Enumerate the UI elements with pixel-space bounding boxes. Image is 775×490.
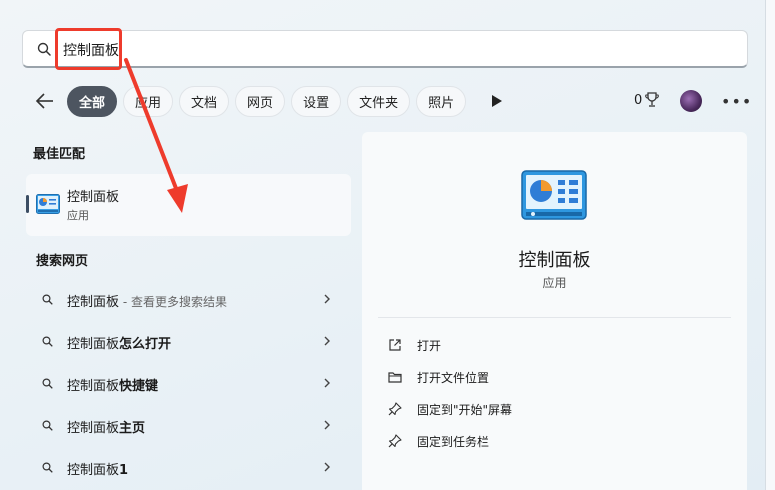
user-avatar[interactable]	[680, 90, 702, 112]
web-result-label: 控制面板主页	[67, 417, 145, 436]
web-result-query: 控制面板	[67, 379, 120, 394]
action-open[interactable]: 打开	[386, 332, 726, 358]
action-pin-to-start[interactable]: 固定到"开始"屏幕	[386, 396, 726, 422]
filter-photos[interactable]: 照片	[416, 86, 467, 117]
points-value: 0	[634, 92, 643, 108]
action-label: 打开	[417, 339, 442, 353]
best-match-item[interactable]: 控制面板 应用	[26, 174, 351, 236]
more-options-icon[interactable]: •••	[721, 92, 752, 111]
chevron-right-icon	[324, 462, 330, 472]
search-icon	[42, 294, 53, 305]
background-edge	[766, 0, 775, 490]
chevron-right-icon	[324, 336, 330, 346]
web-result-item[interactable]: 控制面板 - 查看更多搜索结果	[26, 281, 351, 317]
web-result-label: 控制面板怎么打开	[67, 333, 171, 352]
search-icon	[37, 42, 51, 56]
best-match-type: 应用	[67, 209, 89, 222]
search-icon	[42, 462, 53, 473]
detail-pane: 控制面板 应用 打开 打开文件位置 固定到"开始"屏幕 固定到任务栏	[362, 132, 747, 490]
web-result-label: 控制面板1	[67, 459, 128, 478]
web-result-label: 控制面板 - 查看更多搜索结果	[67, 291, 227, 310]
open-external-icon	[389, 339, 401, 351]
chevron-right-icon	[324, 420, 330, 430]
search-box[interactable]: 控制面板	[22, 30, 748, 68]
filter-chips: 全部 应用 文档 网页 设置 文件夹 照片	[67, 86, 467, 117]
pin-icon	[388, 434, 402, 448]
back-arrow-icon[interactable]	[34, 90, 56, 112]
search-icon	[42, 336, 53, 347]
action-label: 打开文件位置	[417, 371, 490, 385]
web-result-item[interactable]: 控制面板怎么打开	[26, 323, 351, 359]
action-label: 固定到任务栏	[417, 435, 490, 449]
filter-settings[interactable]: 设置	[291, 86, 342, 117]
control-panel-icon	[521, 170, 587, 220]
search-icon	[42, 420, 53, 431]
filter-documents[interactable]: 文档	[179, 86, 230, 117]
action-open-file-location[interactable]: 打开文件位置	[386, 364, 726, 390]
chevron-right-icon	[324, 294, 330, 304]
chevron-right-icon	[324, 378, 330, 388]
filter-web[interactable]: 网页	[235, 86, 286, 117]
control-panel-icon	[36, 194, 60, 214]
web-result-label: 控制面板快捷键	[67, 375, 158, 394]
selection-indicator	[26, 195, 29, 213]
web-result-bold: 1	[119, 463, 129, 478]
web-result-query: 控制面板	[67, 337, 120, 352]
web-result-bold: 主页	[119, 421, 146, 436]
best-match-name: 控制面板	[67, 190, 120, 205]
filter-folders[interactable]: 文件夹	[347, 86, 411, 117]
web-result-item[interactable]: 控制面板快捷键	[26, 365, 351, 401]
search-panel: 控制面板 全部 应用 文档 网页 设置 文件夹 照片 0 ••• 最佳匹配 控制…	[0, 0, 766, 490]
detail-divider	[378, 317, 731, 318]
web-result-query: 控制面板	[67, 463, 120, 478]
best-match-heading: 最佳匹配	[33, 147, 86, 162]
web-result-item[interactable]: 控制面板主页	[26, 407, 351, 443]
detail-title: 控制面板	[518, 250, 591, 271]
pin-icon	[388, 402, 402, 416]
action-pin-to-taskbar[interactable]: 固定到任务栏	[386, 428, 726, 454]
search-icon	[42, 378, 53, 389]
filter-all[interactable]: 全部	[67, 86, 118, 117]
detail-subtitle: 应用	[542, 276, 567, 290]
action-label: 固定到"开始"屏幕	[417, 403, 513, 417]
web-result-query: 控制面板	[67, 421, 120, 436]
trophy-icon	[645, 92, 660, 107]
web-result-item[interactable]: 控制面板1	[26, 449, 351, 485]
folder-icon	[388, 372, 402, 383]
web-result-bold: 怎么打开	[119, 337, 172, 352]
search-input[interactable]: 控制面板	[63, 40, 119, 60]
rewards-points[interactable]: 0	[634, 92, 660, 108]
play-icon[interactable]	[492, 95, 502, 107]
web-search-heading: 搜索网页	[36, 254, 89, 269]
web-result-bold: 快捷键	[119, 379, 159, 394]
web-result-query: 控制面板	[67, 295, 120, 310]
web-result-suffix: - 查看更多搜索结果	[119, 295, 227, 309]
filter-apps[interactable]: 应用	[123, 86, 174, 117]
